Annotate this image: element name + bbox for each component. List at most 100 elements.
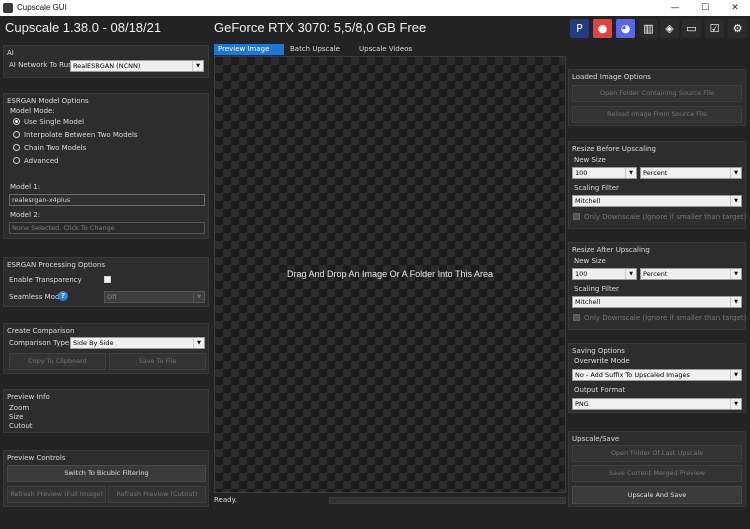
tab-batch-upscale[interactable]: Batch Upscale bbox=[290, 44, 360, 55]
resize-before-panel: Resize Before Upscaling New Size 100 ▼ P… bbox=[568, 141, 746, 229]
model2-field[interactable]: None Selected. Click To Change bbox=[9, 222, 205, 234]
mode-chain-label: Chain Two Models bbox=[24, 144, 87, 152]
close-button[interactable]: ✕ bbox=[720, 0, 750, 16]
library-icon[interactable]: ▥ bbox=[639, 19, 658, 38]
chevron-down-icon: ▼ bbox=[730, 297, 741, 307]
radio-chain[interactable] bbox=[13, 144, 20, 151]
esrgan-panel-title: ESRGAN Model Options bbox=[7, 97, 89, 105]
preview-drop-area[interactable]: Drag And Drop An Image Or A Folder Into … bbox=[214, 56, 566, 493]
seamless-select[interactable]: Off ▼ bbox=[104, 291, 205, 303]
radio-single-model[interactable] bbox=[13, 118, 20, 125]
checklist-icon[interactable]: ☑ bbox=[705, 19, 724, 38]
help-icon[interactable]: ? bbox=[58, 291, 68, 301]
resize-before-filter-label: Scaling Filter bbox=[574, 184, 619, 192]
resize-before-new-size-label: New Size bbox=[574, 156, 606, 164]
switch-bicubic-button[interactable]: Switch To Bicubic Filtering bbox=[7, 465, 206, 482]
upscale-and-save-button[interactable]: Upscale And Save bbox=[572, 486, 742, 504]
ai-network-value: RealESRGAN (NCNN) bbox=[73, 62, 141, 70]
saving-options-panel: Saving Options Overwrite Mode No - Add S… bbox=[568, 343, 746, 413]
upscale-save-title: Upscale/Save bbox=[572, 435, 620, 443]
discord-icon[interactable]: ◕ bbox=[616, 19, 635, 38]
tab-upscale-videos[interactable]: Upscale Videos bbox=[359, 44, 439, 55]
comparison-type-label: Comparison Type bbox=[9, 339, 70, 347]
status-text: Ready. bbox=[214, 496, 237, 504]
folder-icon[interactable]: ▭ bbox=[682, 19, 701, 38]
tab-preview-image[interactable]: Preview Image bbox=[214, 44, 284, 55]
overwrite-mode-value: No - Add Suffix To Upscaled Images bbox=[575, 371, 690, 379]
preview-size: Size bbox=[9, 413, 24, 421]
resize-after-size-select[interactable]: 100 ▼ bbox=[572, 268, 637, 280]
refresh-full-button[interactable]: Refresh Preview (Full Image) bbox=[7, 486, 106, 503]
patreon-icon[interactable]: ● bbox=[593, 19, 612, 38]
resize-after-downscale-checkbox[interactable] bbox=[573, 314, 580, 321]
layers-icon[interactable]: ◈ bbox=[660, 19, 679, 38]
resize-before-downscale-label: Only Downscale (Ignore if smaller than t… bbox=[584, 213, 747, 221]
copy-to-clipboard-button[interactable]: Copy To Clipboard bbox=[9, 353, 106, 370]
chevron-down-icon: ▼ bbox=[730, 370, 741, 380]
app-version-title: Cupscale 1.38.0 - 08/18/21 bbox=[5, 20, 162, 35]
resize-after-filter-label: Scaling Filter bbox=[574, 285, 619, 293]
resize-before-filter-select[interactable]: Mitchell ▼ bbox=[572, 195, 742, 207]
save-merged-preview-button[interactable]: Save Current Merged Preview bbox=[572, 465, 742, 482]
resize-before-size-select[interactable]: 100 ▼ bbox=[572, 167, 637, 179]
mode-single-label: Use Single Model bbox=[24, 118, 85, 126]
app-icon bbox=[3, 3, 13, 13]
gpu-info: GeForce RTX 3070: 5,5/8,0 GB Free bbox=[214, 20, 427, 35]
seamless-label: Seamless Mode bbox=[9, 293, 64, 301]
seamless-value: Off bbox=[107, 293, 117, 301]
overwrite-mode-select[interactable]: No - Add Suffix To Upscaled Images ▼ bbox=[572, 369, 742, 381]
window-titlebar: Cupscale GUI — ☐ ✕ bbox=[0, 0, 750, 16]
chevron-down-icon: ▼ bbox=[730, 269, 741, 279]
chevron-down-icon: ▼ bbox=[625, 168, 636, 178]
transparency-label: Enable Transparency bbox=[9, 276, 82, 284]
resize-after-title: Resize After Upscaling bbox=[572, 246, 650, 254]
overwrite-mode-label: Overwrite Mode bbox=[574, 357, 630, 365]
model1-field[interactable]: realesrgan-x4plus bbox=[9, 194, 205, 206]
save-to-file-button[interactable]: Save To File bbox=[109, 353, 206, 370]
resize-after-new-size-label: New Size bbox=[574, 257, 606, 265]
open-source-folder-button[interactable]: Open Folder Containing Source File bbox=[572, 85, 742, 102]
refresh-cutout-button[interactable]: Refresh Preview (Cutout) bbox=[108, 486, 206, 503]
resize-after-unit-select[interactable]: Percent ▼ bbox=[640, 268, 742, 280]
ai-network-select[interactable]: RealESRGAN (NCNN) ▼ bbox=[70, 60, 204, 72]
resize-before-downscale-checkbox[interactable] bbox=[573, 213, 580, 220]
resize-before-filter-value: Mitchell bbox=[575, 197, 601, 205]
resize-after-filter-select[interactable]: Mitchell ▼ bbox=[572, 296, 742, 308]
transparency-checkbox[interactable] bbox=[104, 276, 111, 283]
maximize-button[interactable]: ☐ bbox=[690, 0, 720, 16]
resize-after-downscale-label: Only Downscale (Ignore if smaller than t… bbox=[584, 314, 747, 322]
resize-before-unit-value: Percent bbox=[643, 169, 668, 177]
saving-options-title: Saving Options bbox=[572, 347, 625, 355]
resize-before-unit-select[interactable]: Percent ▼ bbox=[640, 167, 742, 179]
output-format-select[interactable]: PNG ▼ bbox=[572, 398, 742, 410]
radio-interpolate[interactable] bbox=[13, 131, 20, 138]
model2-label: Model 2: bbox=[10, 211, 41, 219]
comparison-type-select[interactable]: Side By Side ▼ bbox=[70, 337, 205, 349]
horizontal-scrollbar[interactable] bbox=[329, 497, 566, 504]
tab-bar: Preview Image Batch Upscale Upscale Vide… bbox=[214, 44, 566, 56]
comparison-panel: Create Comparison Comparison Type Side B… bbox=[3, 323, 209, 374]
gear-icon[interactable]: ⚙ bbox=[728, 19, 747, 38]
ai-panel-title: AI bbox=[7, 49, 14, 57]
radio-advanced[interactable] bbox=[13, 157, 20, 164]
preview-controls-title: Preview Controls bbox=[7, 454, 66, 462]
chevron-down-icon: ▼ bbox=[730, 399, 741, 409]
minimize-button[interactable]: — bbox=[660, 0, 690, 16]
resize-after-panel: Resize After Upscaling New Size 100 ▼ Pe… bbox=[568, 242, 746, 330]
paypal-icon[interactable]: P bbox=[570, 19, 589, 38]
loaded-image-title: Loaded Image Options bbox=[572, 73, 651, 81]
reload-image-button[interactable]: Reload Image From Source File bbox=[572, 106, 742, 123]
mode-advanced-label: Advanced bbox=[24, 157, 59, 165]
model-mode-label: Model Mode: bbox=[10, 107, 55, 115]
resize-after-unit-value: Percent bbox=[643, 270, 668, 278]
chevron-down-icon: ▼ bbox=[730, 168, 741, 178]
esrgan-model-options-panel: ESRGAN Model Options Model Mode: Use Sin… bbox=[3, 93, 209, 239]
upscale-save-panel: Upscale/Save Open Folder Of Last Upscale… bbox=[568, 431, 746, 507]
preview-info-panel: Preview Info Zoom Size Cutout bbox=[3, 389, 209, 433]
open-last-upscale-folder-button[interactable]: Open Folder Of Last Upscale bbox=[572, 445, 742, 462]
drop-hint-text: Drag And Drop An Image Or A Folder Into … bbox=[287, 269, 493, 279]
window-title: Cupscale GUI bbox=[17, 3, 67, 12]
preview-controls-panel: Preview Controls Switch To Bicubic Filte… bbox=[3, 450, 209, 507]
chevron-down-icon: ▼ bbox=[192, 61, 203, 71]
comparison-panel-title: Create Comparison bbox=[7, 327, 75, 335]
